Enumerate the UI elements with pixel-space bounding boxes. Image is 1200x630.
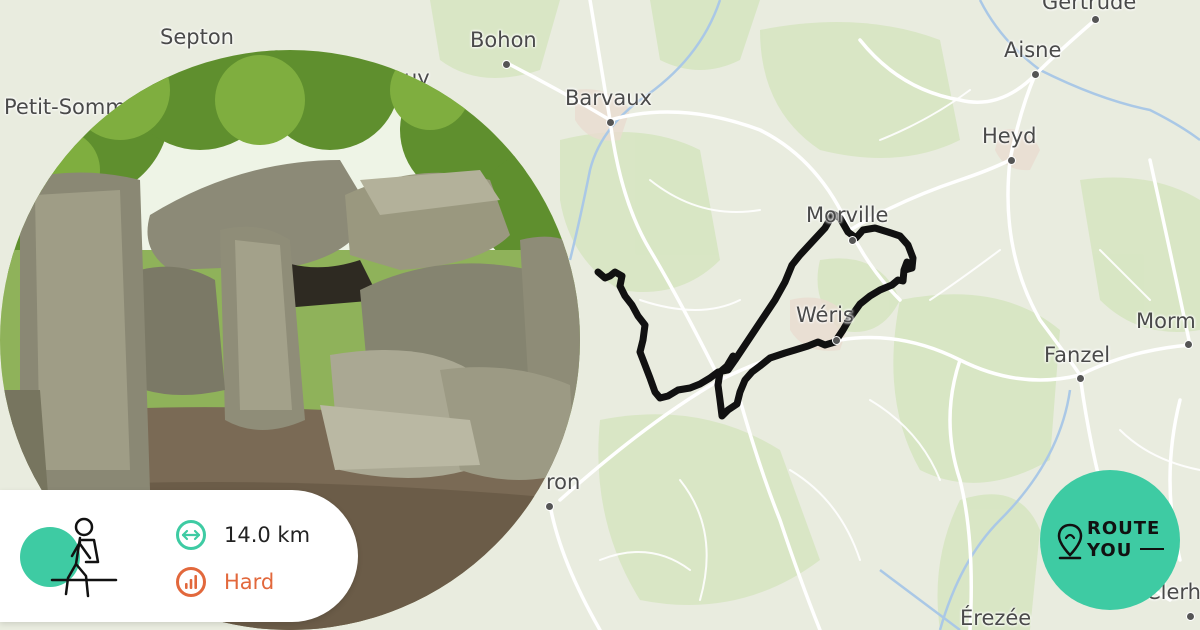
- difficulty-value: Hard: [224, 570, 275, 594]
- logo-line-2: YOU: [1087, 540, 1133, 561]
- map-pin-icon: [1057, 523, 1083, 560]
- hiking-icon: [50, 517, 118, 598]
- place-label: Wéris: [796, 303, 854, 327]
- place-label: Fanzel: [1044, 343, 1111, 367]
- place-label: ron: [546, 470, 581, 494]
- place-label: Morville: [806, 203, 889, 227]
- place-dot: [606, 118, 615, 127]
- place-dot: [1076, 374, 1085, 383]
- difficulty-bars-icon: [176, 567, 206, 597]
- distance-row: 14.0 km: [176, 520, 310, 550]
- place-label: Bohon: [470, 28, 537, 52]
- place-dot: [1184, 340, 1193, 349]
- logo-line-1: ROUTE: [1087, 518, 1161, 539]
- place-dot: [545, 502, 554, 511]
- place-label: Gertrude: [1042, 0, 1137, 14]
- place-label: Aisne: [1004, 38, 1062, 62]
- place-label: Septon: [160, 25, 234, 49]
- place-dot: [832, 336, 841, 345]
- place-dot: [1186, 612, 1195, 621]
- distance-arrows-icon: [176, 520, 206, 550]
- place-dot: [502, 60, 511, 69]
- place-dot: [848, 236, 857, 245]
- distance-value: 14.0 km: [224, 523, 311, 547]
- place-label: Heyd: [982, 124, 1037, 148]
- place-label: Morm: [1136, 309, 1196, 333]
- place-dot: [1091, 15, 1100, 24]
- place-dot: [1031, 70, 1040, 79]
- place-label: Barvaux: [565, 86, 652, 110]
- place-dot: [1007, 156, 1016, 165]
- difficulty-row: Hard: [176, 567, 274, 597]
- routeyou-logo[interactable]: ROUTE YOU: [1040, 470, 1180, 610]
- place-label: Érezée: [960, 606, 1032, 630]
- logo-underline: [1140, 548, 1164, 550]
